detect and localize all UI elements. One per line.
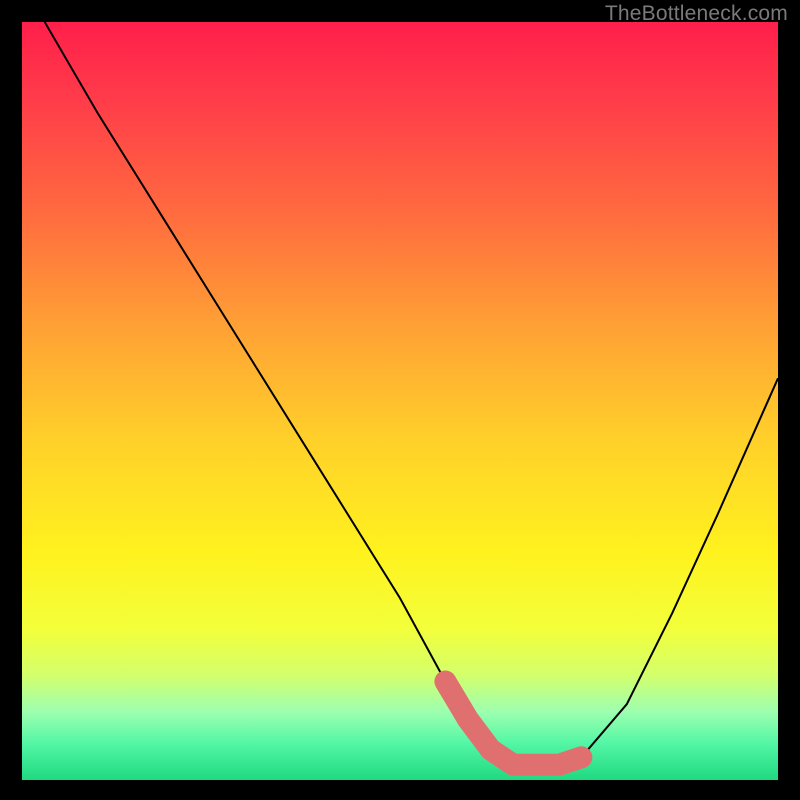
chart-frame (22, 22, 778, 780)
watermark-text: TheBottleneck.com (605, 2, 788, 26)
gradient-background (22, 22, 778, 780)
bottleneck-chart (22, 22, 778, 780)
